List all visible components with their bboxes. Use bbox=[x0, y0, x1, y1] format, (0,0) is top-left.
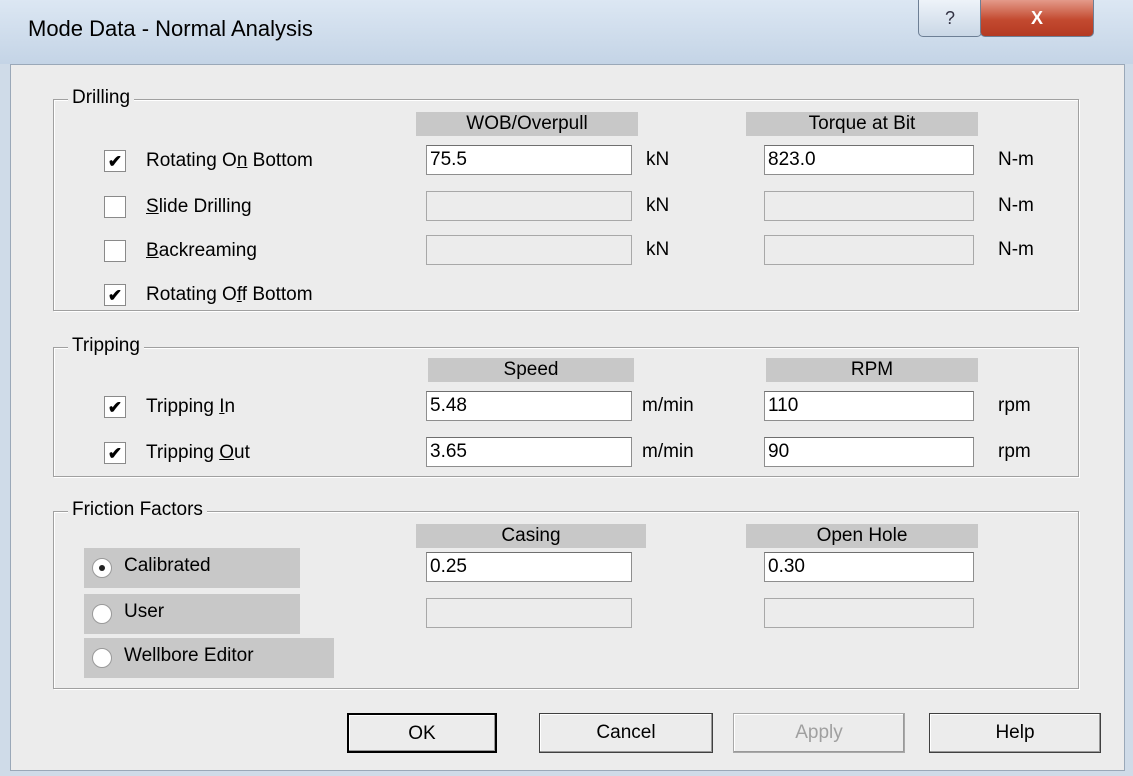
help-button[interactable]: Help bbox=[929, 713, 1101, 753]
rotating-on-bottom-torque-input[interactable]: 823.0 bbox=[764, 145, 974, 175]
rpm-header: RPM bbox=[766, 358, 978, 382]
user-open-hole-input[interactable] bbox=[764, 598, 974, 628]
friction-factors-legend: Friction Factors bbox=[68, 499, 207, 521]
wob-unit: kN bbox=[646, 149, 670, 170]
calibrated-radio[interactable]: Calibrated bbox=[84, 548, 300, 588]
slide-drilling-wob-input[interactable] bbox=[426, 191, 632, 221]
wob-unit: kN bbox=[646, 195, 670, 216]
title-bar: Mode Data - Normal Analysis ? X bbox=[0, 0, 1133, 64]
user-casing-input[interactable] bbox=[426, 598, 632, 628]
radio-unselected-icon bbox=[92, 604, 112, 624]
slide-drilling-checkbox[interactable] bbox=[104, 196, 126, 218]
open-hole-friction-input[interactable]: 0.30 bbox=[764, 552, 974, 582]
rotating-off-bottom-label[interactable]: Rotating Off Bottom bbox=[146, 280, 313, 310]
rotating-off-bottom-checkbox[interactable]: ✔ bbox=[104, 284, 126, 306]
user-label: User bbox=[124, 601, 165, 622]
radio-unselected-icon bbox=[92, 648, 112, 668]
torque-unit: N-m bbox=[998, 149, 1034, 170]
backreaming-checkbox[interactable] bbox=[104, 240, 126, 262]
torque-header: Torque at Bit bbox=[746, 112, 978, 136]
backreaming-label[interactable]: Backreaming bbox=[146, 236, 257, 266]
calibrated-label: Calibrated bbox=[124, 555, 211, 576]
check-icon: ✔ bbox=[107, 443, 123, 463]
tripping-out-checkbox[interactable]: ✔ bbox=[104, 442, 126, 464]
tripping-out-label[interactable]: Tripping Out bbox=[146, 438, 250, 468]
rpm-unit: rpm bbox=[998, 395, 1031, 416]
slide-drilling-label[interactable]: Slide Drilling bbox=[146, 192, 252, 222]
user-radio[interactable]: User bbox=[84, 594, 300, 634]
wob-header: WOB/Overpull bbox=[416, 112, 638, 136]
dialog-body: Drilling WOB/Overpull Torque at Bit ✔ Ro… bbox=[10, 64, 1125, 771]
tripping-in-label[interactable]: Tripping In bbox=[146, 392, 235, 422]
backreaming-torque-input[interactable] bbox=[764, 235, 974, 265]
slide-drilling-torque-input[interactable] bbox=[764, 191, 974, 221]
speed-unit: m/min bbox=[642, 441, 694, 462]
casing-header: Casing bbox=[416, 524, 646, 548]
help-icon[interactable]: ? bbox=[918, 0, 982, 37]
speed-header: Speed bbox=[428, 358, 634, 382]
tripping-in-checkbox[interactable]: ✔ bbox=[104, 396, 126, 418]
tripping-in-rpm-input[interactable]: 110 bbox=[764, 391, 974, 421]
check-icon: ✔ bbox=[107, 151, 123, 171]
casing-friction-input[interactable]: 0.25 bbox=[426, 552, 632, 582]
backreaming-wob-input[interactable] bbox=[426, 235, 632, 265]
radio-selected-icon bbox=[92, 558, 112, 578]
drilling-legend: Drilling bbox=[68, 87, 135, 109]
torque-unit: N-m bbox=[998, 239, 1034, 260]
rotating-on-bottom-checkbox[interactable]: ✔ bbox=[104, 150, 126, 172]
drilling-group: Drilling WOB/Overpull Torque at Bit ✔ Ro… bbox=[53, 87, 1079, 311]
rpm-unit: rpm bbox=[998, 441, 1031, 462]
ok-button[interactable]: OK bbox=[347, 713, 497, 753]
apply-button[interactable]: Apply bbox=[733, 713, 905, 753]
tripping-out-speed-input[interactable]: 3.65 bbox=[426, 437, 632, 467]
wellbore-editor-radio[interactable]: Wellbore Editor bbox=[84, 638, 334, 678]
rotating-on-bottom-wob-input[interactable]: 75.5 bbox=[426, 145, 632, 175]
speed-unit: m/min bbox=[642, 395, 694, 416]
wellbore-editor-label: Wellbore Editor bbox=[124, 645, 254, 666]
torque-unit: N-m bbox=[998, 195, 1034, 216]
check-icon: ✔ bbox=[107, 285, 123, 305]
tripping-legend: Tripping bbox=[68, 335, 144, 357]
tripping-group: Tripping Speed RPM ✔ Tripping In 5.48 m/… bbox=[53, 335, 1079, 477]
tripping-out-rpm-input[interactable]: 90 bbox=[764, 437, 974, 467]
wob-unit: kN bbox=[646, 239, 670, 260]
window-title: Mode Data - Normal Analysis bbox=[28, 16, 313, 41]
cancel-button[interactable]: Cancel bbox=[539, 713, 713, 753]
friction-factors-group: Friction Factors Casing Open Hole Calibr… bbox=[53, 499, 1079, 689]
rotating-on-bottom-label[interactable]: Rotating On Bottom bbox=[146, 146, 313, 176]
open-hole-header: Open Hole bbox=[746, 524, 978, 548]
tripping-in-speed-input[interactable]: 5.48 bbox=[426, 391, 632, 421]
check-icon: ✔ bbox=[107, 397, 123, 417]
close-icon[interactable]: X bbox=[980, 0, 1094, 37]
